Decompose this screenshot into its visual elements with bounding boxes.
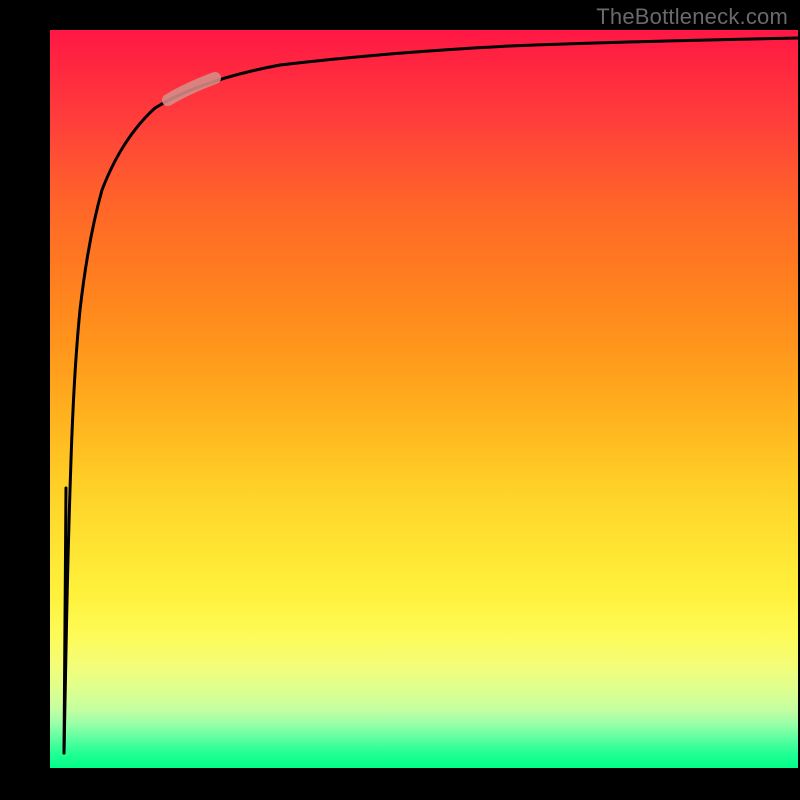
bottleneck-curve [64,38,798,753]
chart-svg [50,30,798,768]
watermark-text: TheBottleneck.com [596,4,788,30]
highlight-segment [168,78,215,100]
